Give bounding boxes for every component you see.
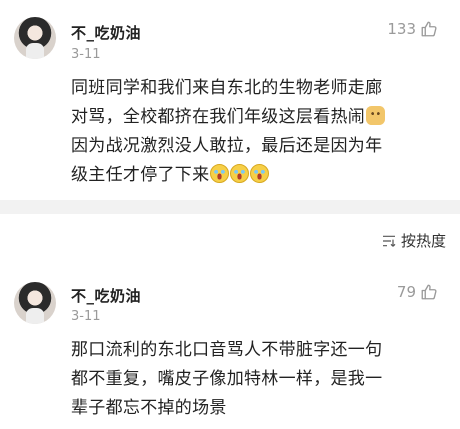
comment-line: 辈子都忘不掉的场景: [71, 398, 227, 418]
thumbs-up-icon: [421, 284, 437, 300]
comment-username[interactable]: 不_吃奶油: [71, 285, 141, 306]
comment-date: 3-11: [71, 309, 101, 324]
avatar[interactable]: [14, 282, 56, 324]
comment-line: 都不重复，嘴皮子像加特林一样，是我一: [71, 369, 383, 389]
comment-body: 那口流利的东北口音骂人不带脏字还一句 都不重复，嘴皮子像加特林一样，是我一 辈子…: [71, 336, 443, 423]
comment-line: 那口流利的东北口音骂人不带脏字还一句: [71, 340, 383, 360]
like-button[interactable]: 79: [397, 283, 438, 301]
comment-card: 不_吃奶油 3-11 79 那口流利的东北口音骂人不带脏字还一句 都不重复，嘴皮…: [0, 0, 460, 429]
like-count: 79: [396, 283, 416, 301]
